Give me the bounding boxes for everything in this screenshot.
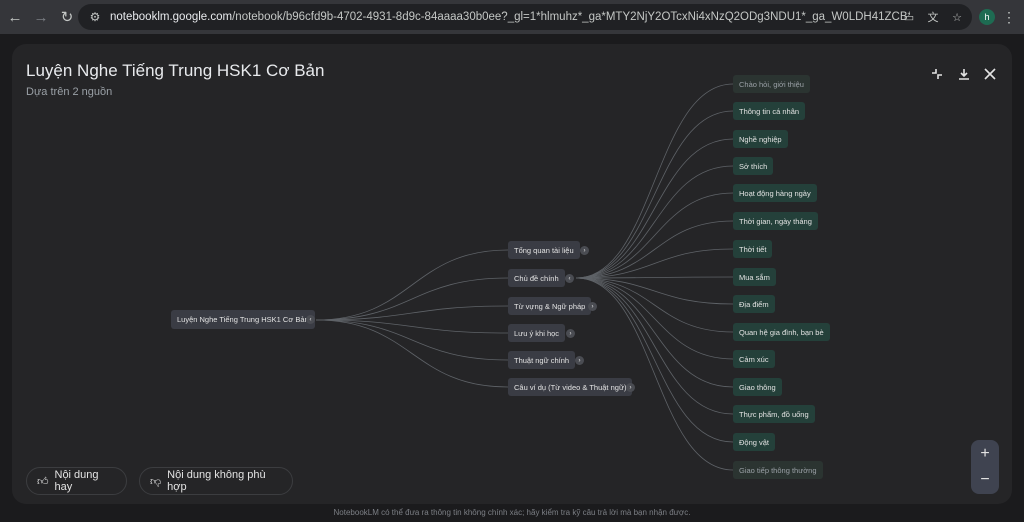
zoom-controls: + − bbox=[971, 440, 999, 494]
leaf-node[interactable]: Cảm xúc bbox=[733, 350, 775, 368]
mindmap-edge bbox=[315, 319, 509, 334]
leaf-node[interactable]: Quan hệ gia đình, bạn bè bbox=[733, 323, 830, 341]
branch-expand-toggle[interactable]: › bbox=[588, 302, 597, 311]
mindmap-edge bbox=[575, 83, 734, 279]
mindmap-edge bbox=[575, 277, 734, 471]
mindmap-edges bbox=[315, 83, 734, 471]
branch-collapse-toggle[interactable]: ‹ bbox=[565, 274, 574, 283]
mindmap-edge bbox=[575, 277, 734, 388]
leaf-node[interactable]: Hoạt động hàng ngày bbox=[733, 184, 817, 202]
mindmap-edge bbox=[315, 249, 509, 321]
mindmap-edge bbox=[575, 277, 734, 443]
leaf-node[interactable]: Giao tiếp thông thường bbox=[733, 461, 823, 479]
thumbs-down-icon: 👎︎ bbox=[150, 475, 162, 488]
leaf-node[interactable]: Mua sắm bbox=[733, 268, 776, 286]
bad-content-label: Nội dung không phù hợp bbox=[167, 469, 266, 493]
branch-node-study-notes[interactable]: Lưu ý khi học bbox=[508, 324, 566, 342]
branch-node-example-sentences[interactable]: Câu ví dụ (Từ video & Thuật ngữ) bbox=[508, 378, 633, 396]
disclaimer-text: NotebookLM có thể đưa ra thông tin không… bbox=[333, 508, 691, 517]
good-content-label: Nội dung hay bbox=[54, 469, 99, 493]
branch-expand-toggle[interactable]: › bbox=[580, 246, 589, 255]
leaf-node[interactable]: Địa điểm bbox=[733, 295, 775, 313]
leaf-node[interactable]: Sở thích bbox=[733, 157, 774, 175]
good-content-button[interactable]: 👍︎ Nội dung hay bbox=[26, 467, 127, 495]
zoom-out-button[interactable]: − bbox=[971, 468, 999, 492]
mindmap-root-node[interactable]: Luyện Nghe Tiếng Trung HSK1 Cơ Bản bbox=[171, 310, 315, 329]
mindmap-edge bbox=[575, 165, 734, 279]
branch-node-key-terms[interactable]: Thuật ngữ chính bbox=[508, 351, 576, 369]
leaf-node[interactable]: Thời tiết bbox=[733, 240, 773, 258]
mindmap-edge bbox=[575, 277, 734, 333]
mindmap-edge bbox=[575, 220, 734, 279]
leaf-node[interactable]: Thông tin cá nhân bbox=[733, 102, 806, 120]
branch-expand-toggle[interactable]: › bbox=[626, 383, 635, 392]
leaf-node[interactable]: Nghề nghiệp bbox=[733, 130, 788, 148]
leaf-node[interactable]: Thực phẩm, đồ uống bbox=[733, 405, 815, 423]
mindmap-edge bbox=[315, 277, 509, 321]
mindmap-edge bbox=[315, 319, 509, 361]
mindmap-edge bbox=[575, 277, 734, 360]
leaf-node[interactable]: Thời gian, ngày tháng bbox=[733, 212, 818, 230]
branch-node-overview[interactable]: Tổng quan tài liệu bbox=[508, 241, 580, 259]
bad-content-button[interactable]: 👎︎ Nội dung không phù hợp bbox=[139, 467, 293, 495]
root-collapse-toggle[interactable]: ‹ bbox=[306, 315, 315, 324]
mindmap-edge bbox=[315, 319, 509, 388]
mindmap-edge bbox=[575, 138, 734, 279]
leaf-node[interactable]: Giao thông bbox=[733, 378, 782, 396]
mindmap-edge bbox=[575, 192, 734, 279]
mindmap-edge bbox=[575, 110, 734, 279]
leaf-node[interactable]: Động vật bbox=[733, 433, 776, 451]
zoom-in-button[interactable]: + bbox=[971, 442, 999, 466]
branch-node-main-topics[interactable]: Chủ đề chính bbox=[508, 269, 565, 287]
thumbs-up-icon: 👍︎ bbox=[37, 475, 49, 488]
branch-expand-toggle[interactable]: › bbox=[566, 329, 575, 338]
branch-expand-toggle[interactable]: › bbox=[575, 356, 584, 365]
leaf-node[interactable]: Chào hỏi, giới thiệu bbox=[733, 75, 810, 93]
branch-node-vocab-grammar[interactable]: Từ vựng & Ngữ pháp bbox=[508, 297, 592, 315]
